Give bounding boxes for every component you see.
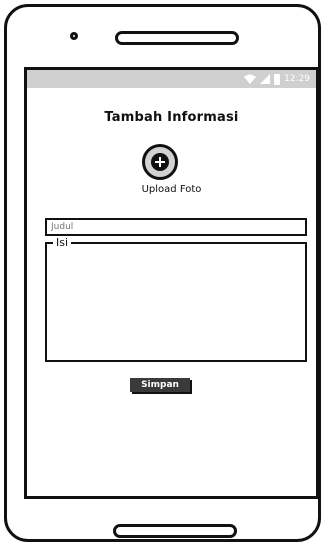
home-button[interactable] <box>113 524 237 538</box>
speaker-grille <box>115 31 239 45</box>
content-label: Isi <box>53 236 72 250</box>
title-input[interactable] <box>45 218 307 236</box>
plus-icon <box>151 153 169 171</box>
signal-icon <box>260 74 271 84</box>
status-time: 12:29 <box>284 74 310 84</box>
content-field: Isi <box>45 236 307 362</box>
save-button[interactable]: Simpan <box>130 378 190 392</box>
upload-photo-label: Upload Foto <box>141 184 202 195</box>
app-screen: 12:29 Tambah Informasi Upload Foto Isi S… <box>24 67 319 499</box>
status-icons: 12:29 <box>244 72 310 86</box>
content-textarea[interactable] <box>49 250 303 356</box>
camera-icon <box>70 32 78 40</box>
status-bar: 12:29 <box>27 70 316 88</box>
upload-photo-button[interactable] <box>142 144 178 180</box>
battery-icon <box>274 73 281 85</box>
page-title: Tambah Informasi <box>104 110 239 125</box>
phone-frame: 12:29 Tambah Informasi Upload Foto Isi S… <box>4 4 321 542</box>
wifi-icon <box>244 74 257 84</box>
